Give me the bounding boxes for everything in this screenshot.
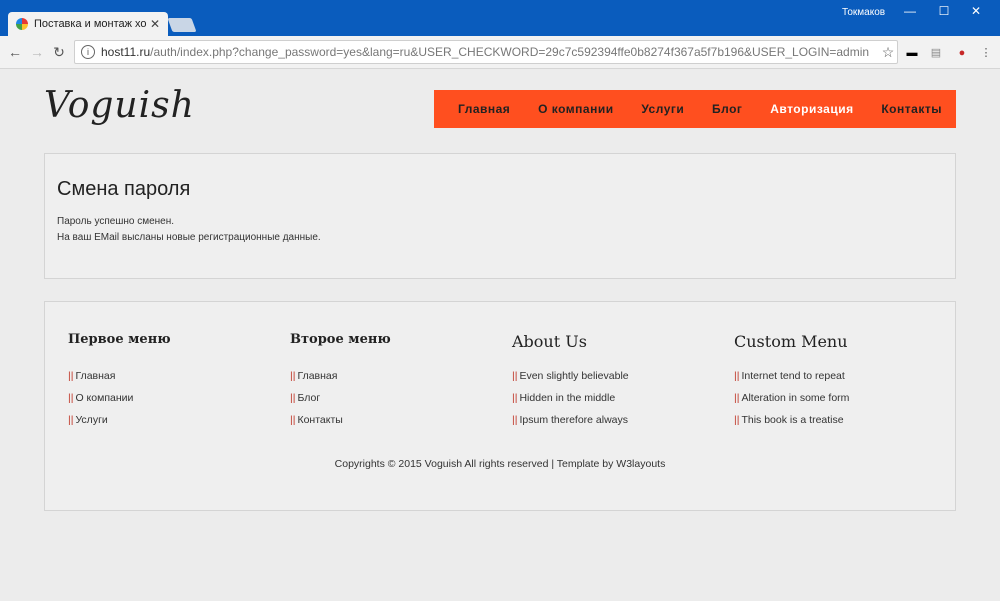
footer-link-bar: || [512, 414, 518, 426]
site-favicon-icon [16, 18, 28, 30]
close-window-icon[interactable]: ✕ [966, 4, 986, 20]
extension-badge-icon[interactable]: ● [954, 46, 970, 60]
page-title: Смена пароля [57, 178, 191, 200]
footer-link-bar: || [734, 392, 740, 404]
menu-item-3[interactable]: Блог [712, 102, 742, 116]
menu-item-1[interactable]: О компании [538, 102, 614, 116]
web-page: Voguish Главная О компании Услуги Блог Автор… [0, 69, 1000, 601]
url-path: /auth/index.php?change_password=yes&lang… [150, 45, 870, 59]
footer-link[interactable]: || Even slightly believable [512, 370, 712, 392]
footer-link-label: Услуги [75, 414, 108, 426]
address-bar[interactable]: i host11.ru/auth/index.php?change_passwo… [74, 40, 898, 64]
footer-link[interactable]: || Alteration in some form [734, 392, 934, 414]
footer-column-1: Второе меню || Главная || Блог || Контакты [290, 332, 490, 436]
minimize-icon[interactable]: — [900, 4, 920, 20]
footer-link-label: This book is a treatise [741, 414, 844, 426]
footer-link-label: Alteration in some form [741, 392, 850, 404]
url-host: host11.ru [101, 45, 151, 59]
footer-link[interactable]: || Главная [68, 370, 268, 392]
footer-column-2: About Us || Even slightly believable || Hidd… [512, 332, 712, 436]
browser-toolbar: ← → ↻ i host11.ru/auth/index.php?change_… [0, 36, 1000, 69]
footer-column-title: About Us [512, 332, 587, 351]
footer-link-label: Ipsum therefore always [519, 414, 629, 426]
profile-name[interactable]: Токмаков [842, 7, 885, 18]
forward-icon[interactable]: → [28, 43, 46, 61]
footer-link-bar: || [512, 370, 518, 382]
menu-dots-icon[interactable]: ⋮ [978, 46, 994, 60]
reload-icon[interactable]: ↻ [50, 43, 68, 61]
bookmark-star-icon[interactable]: ☆ [879, 44, 897, 61]
footer-link[interactable]: || Ipsum therefore always [512, 414, 712, 436]
tab-close-icon[interactable]: ✕ [150, 17, 160, 31]
footer-link-bar: || [68, 392, 74, 404]
footer-link-bar: || [68, 370, 74, 382]
footer-link-label: Контакты [297, 414, 343, 426]
extension-page-icon[interactable]: ▤ [928, 46, 944, 60]
footer-link[interactable]: || Услуги [68, 414, 268, 436]
new-tab-button[interactable] [167, 18, 197, 32]
footer-link[interactable]: || Главная [290, 370, 490, 392]
copyright-text: Copyrights © 2015 Voguish All rights res… [334, 458, 666, 470]
footer-link-bar: || [290, 414, 296, 426]
info-icon[interactable]: i [81, 45, 95, 59]
footer-column-title: Custom Menu [734, 332, 848, 351]
footer-link-bar: || [734, 370, 740, 382]
footer-link[interactable]: || Internet tend to repeat [734, 370, 934, 392]
footer-link-label: Главная [75, 370, 116, 382]
footer-column-0: Первое меню || Главная || О компании || Услуги [68, 332, 268, 436]
footer-link[interactable]: || Контакты [290, 414, 490, 436]
footer-link-label: О компании [75, 392, 134, 404]
menu-item-5[interactable]: Контакты [881, 102, 942, 116]
footer-link-label: Блог [297, 392, 321, 404]
content-panel: Смена пароля Пароль успешно сменен. На в… [44, 153, 956, 279]
browser-titlebar: Поставка и монтаж хол ✕ Токмаков — ☐ ✕ [0, 0, 1000, 36]
menu-item-0[interactable]: Главная [458, 102, 510, 116]
footer-link-bar: || [734, 414, 740, 426]
footer-link-label: Главная [297, 370, 338, 382]
footer-link-label: Even slightly believable [519, 370, 629, 382]
main-menu: Главная О компании Услуги Блог Авторизация Ко… [434, 90, 956, 128]
footer-link-bar: || [290, 392, 296, 404]
extension-mask-icon[interactable]: ▬ [904, 46, 920, 60]
url-text[interactable]: host11.ru/auth/index.php?change_password… [101, 45, 879, 59]
browser-tab[interactable]: Поставка и монтаж хол ✕ [8, 12, 168, 36]
footer-link-bar: || [68, 414, 74, 426]
footer: Первое меню || Главная || О компании || Услуги… [44, 301, 956, 511]
footer-link-bar: || [290, 370, 296, 382]
footer-link[interactable]: || This book is a treatise [734, 414, 934, 436]
footer-link-bar: || [512, 392, 518, 404]
footer-link-label: Internet tend to repeat [741, 370, 845, 382]
footer-link[interactable]: || Hidden in the middle [512, 392, 712, 414]
email-notice: На ваш EMail высланы новые регистрационн… [57, 232, 321, 243]
back-icon[interactable]: ← [6, 43, 24, 61]
menu-item-2[interactable]: Услуги [641, 102, 684, 116]
footer-link[interactable]: || О компании [68, 392, 268, 414]
site-logo[interactable]: Voguish [44, 85, 195, 126]
footer-column-title: Первое меню [68, 332, 171, 347]
footer-link-label: Hidden in the middle [519, 392, 616, 404]
footer-link[interactable]: || Блог [290, 392, 490, 414]
footer-column-3: Custom Menu || Internet tend to repeat || Al… [734, 332, 934, 436]
tab-title: Поставка и монтаж хол [34, 18, 146, 30]
footer-column-title: Второе меню [290, 332, 391, 347]
maximize-icon[interactable]: ☐ [934, 4, 954, 20]
success-message: Пароль успешно сменен. [57, 216, 175, 227]
menu-item-4[interactable]: Авторизация [770, 102, 853, 116]
